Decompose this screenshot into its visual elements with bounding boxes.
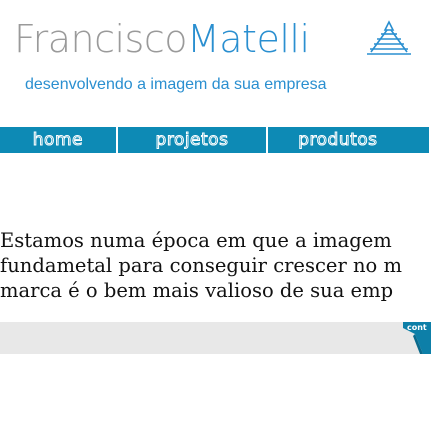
intro-line: Estamos numa época em que a imagem — [0, 229, 392, 252]
contact-tab[interactable]: cont — [401, 322, 431, 354]
intro-line: fundametal para conseguir crescer no m — [0, 254, 402, 277]
content-bar — [0, 322, 431, 354]
nav-produtos[interactable]: produtos — [268, 127, 431, 153]
logo[interactable]: FranciscoMatelli — [14, 14, 310, 64]
page: FranciscoMatelli desenvolvendo a imagem … — [0, 0, 431, 431]
contact-tab-label: cont — [407, 323, 427, 332]
main-navigation: home projetos produtos — [0, 127, 431, 153]
intro-line: marca é o bem mais valioso de sua emp — [0, 279, 394, 302]
nav-projetos[interactable]: projetos — [118, 127, 269, 153]
intro-text: Estamos numa época em que a imagem funda… — [0, 228, 431, 303]
pyramid-logo-icon — [367, 20, 411, 55]
logo-first-word: Francisco — [14, 17, 187, 61]
logo-second-word: Matelli — [186, 17, 310, 61]
slogan: desenvolvendo a imagem da sua empresa — [25, 76, 327, 93]
nav-home[interactable]: home — [0, 127, 118, 153]
